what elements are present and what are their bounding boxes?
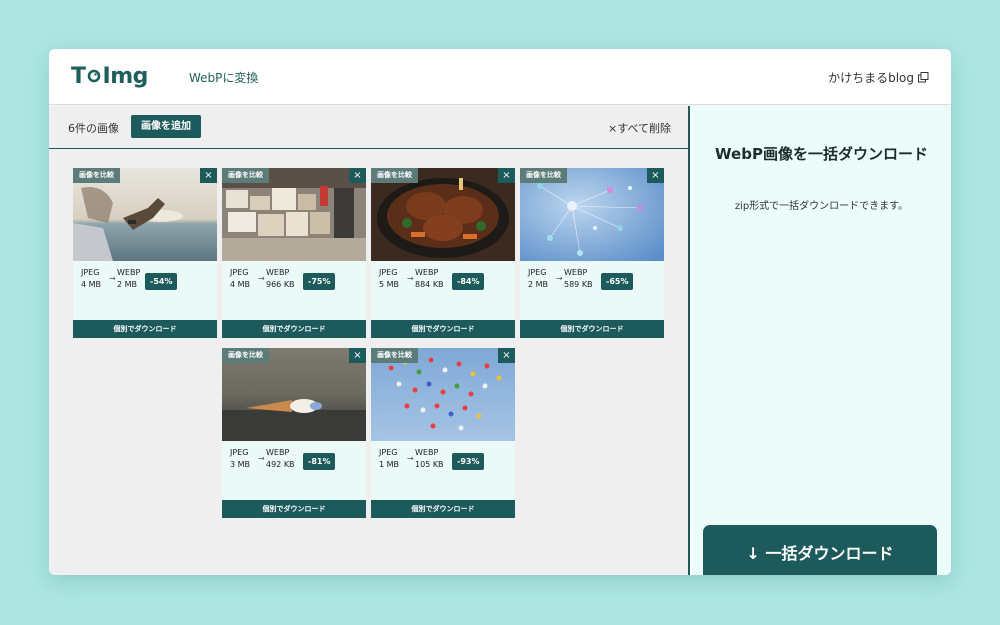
from-format: JPEG [528, 268, 547, 277]
toolbar: 6件の画像 画像を追加 ×すべて削除 [49, 106, 688, 149]
from-format: JPEG [379, 268, 398, 277]
from-size: 1 MB [379, 460, 400, 469]
logo-text-right: Img [102, 63, 149, 89]
from-format: JPEG [230, 448, 249, 457]
to-format: WEBP [266, 268, 290, 277]
remove-image-button[interactable]: × [647, 168, 664, 183]
image-card: 画像を比較 × JPEG 5 MB → WEBP 884 KB -84% 個別でダウ… [371, 168, 515, 338]
remove-image-button[interactable]: × [349, 168, 366, 183]
logo-text-left: T [71, 63, 86, 89]
delete-all-button[interactable]: ×すべて削除 [608, 120, 671, 136]
compare-button[interactable]: 画像を比較 [371, 168, 418, 183]
image-thumbnail[interactable]: 画像を比較 × [520, 168, 664, 261]
image-count: 6件の画像 [68, 122, 119, 135]
from-format: JPEG [81, 268, 100, 277]
arrow-right-icon: → [258, 454, 265, 463]
remove-image-button[interactable]: × [349, 348, 366, 363]
bulk-download-description: zip形式で一括ダウンロードできます。 [734, 201, 909, 212]
logo[interactable]: T Img [71, 62, 148, 90]
image-thumbnail[interactable]: 画像を比較 × [222, 168, 366, 261]
reduction-badge: -65% [601, 273, 634, 290]
to-size: 966 KB [266, 280, 295, 289]
individual-download-button[interactable]: 個別でダウンロード [371, 320, 515, 338]
arrow-right-icon: → [407, 274, 414, 283]
to-format: WEBP [117, 268, 141, 277]
conversion-info: JPEG 3 MB → WEBP 492 KB -81% [230, 447, 360, 477]
to-format: WEBP [415, 448, 439, 457]
to-format: WEBP [415, 268, 439, 277]
nav-webp-convert[interactable]: WebPに変換 [189, 69, 258, 86]
conversion-info: JPEG 4 MB → WEBP 966 KB -75% [230, 267, 360, 297]
individual-download-button[interactable]: 個別でダウンロード [371, 500, 515, 518]
remove-image-button[interactable]: × [200, 168, 217, 183]
bulk-download-panel: WebP画像を一括ダウンロード zip形式で一括ダウンロードできます。 ↓ 一括… [692, 106, 951, 575]
to-size: 105 KB [415, 460, 444, 469]
to-format: WEBP [564, 268, 588, 277]
image-card: 画像を比較 × JPEG 1 MB → WEBP 105 KB -93% 個別でダウ… [371, 348, 515, 518]
chameleon-icon [87, 69, 100, 83]
individual-download-button[interactable]: 個別でダウンロード [520, 320, 664, 338]
compare-button[interactable]: 画像を比較 [73, 168, 120, 183]
to-size: 2 MB [117, 280, 138, 289]
arrow-right-icon: → [556, 274, 563, 283]
remove-image-button[interactable]: × [498, 348, 515, 363]
individual-download-button[interactable]: 個別でダウンロード [222, 320, 366, 338]
reduction-badge: -75% [303, 273, 336, 290]
bulk-download-button[interactable]: ↓ 一括ダウンロード [703, 525, 937, 575]
individual-download-button[interactable]: 個別でダウンロード [222, 500, 366, 518]
blog-link-label: かけちまるblog [828, 71, 914, 85]
image-thumbnail[interactable]: 画像を比較 × [371, 168, 515, 261]
conversion-info: JPEG 2 MB → WEBP 589 KB -65% [528, 267, 658, 297]
reduction-badge: -81% [303, 453, 336, 470]
image-thumbnail[interactable]: 画像を比較 × [222, 348, 366, 441]
conversion-info: JPEG 1 MB → WEBP 105 KB -93% [379, 447, 509, 477]
compare-button[interactable]: 画像を比較 [520, 168, 567, 183]
image-list-panel: 6件の画像 画像を追加 ×すべて削除 画像を比較 × JPEG 4 MB → W… [49, 106, 690, 575]
arrow-right-icon: → [258, 274, 265, 283]
to-size: 589 KB [564, 280, 593, 289]
app-window: T Img WebPに変換 かけちまるblog 6件の画像 画像を追加 ×すべて… [49, 49, 951, 575]
image-card: 画像を比較 × JPEG 4 MB → WEBP 2 MB -54% 個別でダウンロ… [73, 168, 217, 338]
from-size: 3 MB [230, 460, 251, 469]
from-size: 2 MB [528, 280, 549, 289]
compare-button[interactable]: 画像を比較 [222, 168, 269, 183]
external-link-icon [918, 72, 929, 83]
conversion-info: JPEG 4 MB → WEBP 2 MB -54% [81, 267, 211, 297]
image-thumbnail[interactable]: 画像を比較 × [371, 348, 515, 441]
remove-image-button[interactable]: × [498, 168, 515, 183]
reduction-badge: -54% [145, 273, 178, 290]
image-card: 画像を比較 × JPEG 4 MB → WEBP 966 KB -75% 個別でダウ… [222, 168, 366, 338]
arrow-right-icon: → [109, 274, 116, 283]
arrow-right-icon: → [407, 454, 414, 463]
to-size: 884 KB [415, 280, 444, 289]
from-size: 5 MB [379, 280, 400, 289]
from-size: 4 MB [81, 280, 102, 289]
image-grid: 画像を比較 × JPEG 4 MB → WEBP 2 MB -54% 個別でダウンロ… [73, 168, 673, 528]
individual-download-button[interactable]: 個別でダウンロード [73, 320, 217, 338]
from-format: JPEG [230, 268, 249, 277]
from-size: 4 MB [230, 280, 251, 289]
compare-button[interactable]: 画像を比較 [371, 348, 418, 363]
add-image-button[interactable]: 画像を追加 [131, 115, 201, 138]
to-size: 492 KB [266, 460, 295, 469]
header: T Img WebPに変換 かけちまるblog [49, 49, 951, 105]
from-format: JPEG [379, 448, 398, 457]
image-card: 画像を比較 × JPEG 2 MB → WEBP 589 KB -65% 個別でダウ… [520, 168, 664, 338]
image-card: 画像を比較 × JPEG 3 MB → WEBP 492 KB -81% 個別でダウ… [222, 348, 366, 518]
reduction-badge: -93% [452, 453, 485, 470]
blog-link[interactable]: かけちまるblog [828, 69, 929, 86]
image-thumbnail[interactable]: 画像を比較 × [73, 168, 217, 261]
conversion-info: JPEG 5 MB → WEBP 884 KB -84% [379, 267, 509, 297]
compare-button[interactable]: 画像を比較 [222, 348, 269, 363]
to-format: WEBP [266, 448, 290, 457]
reduction-badge: -84% [452, 273, 485, 290]
bulk-download-title: WebP画像を一括ダウンロード [715, 145, 928, 163]
